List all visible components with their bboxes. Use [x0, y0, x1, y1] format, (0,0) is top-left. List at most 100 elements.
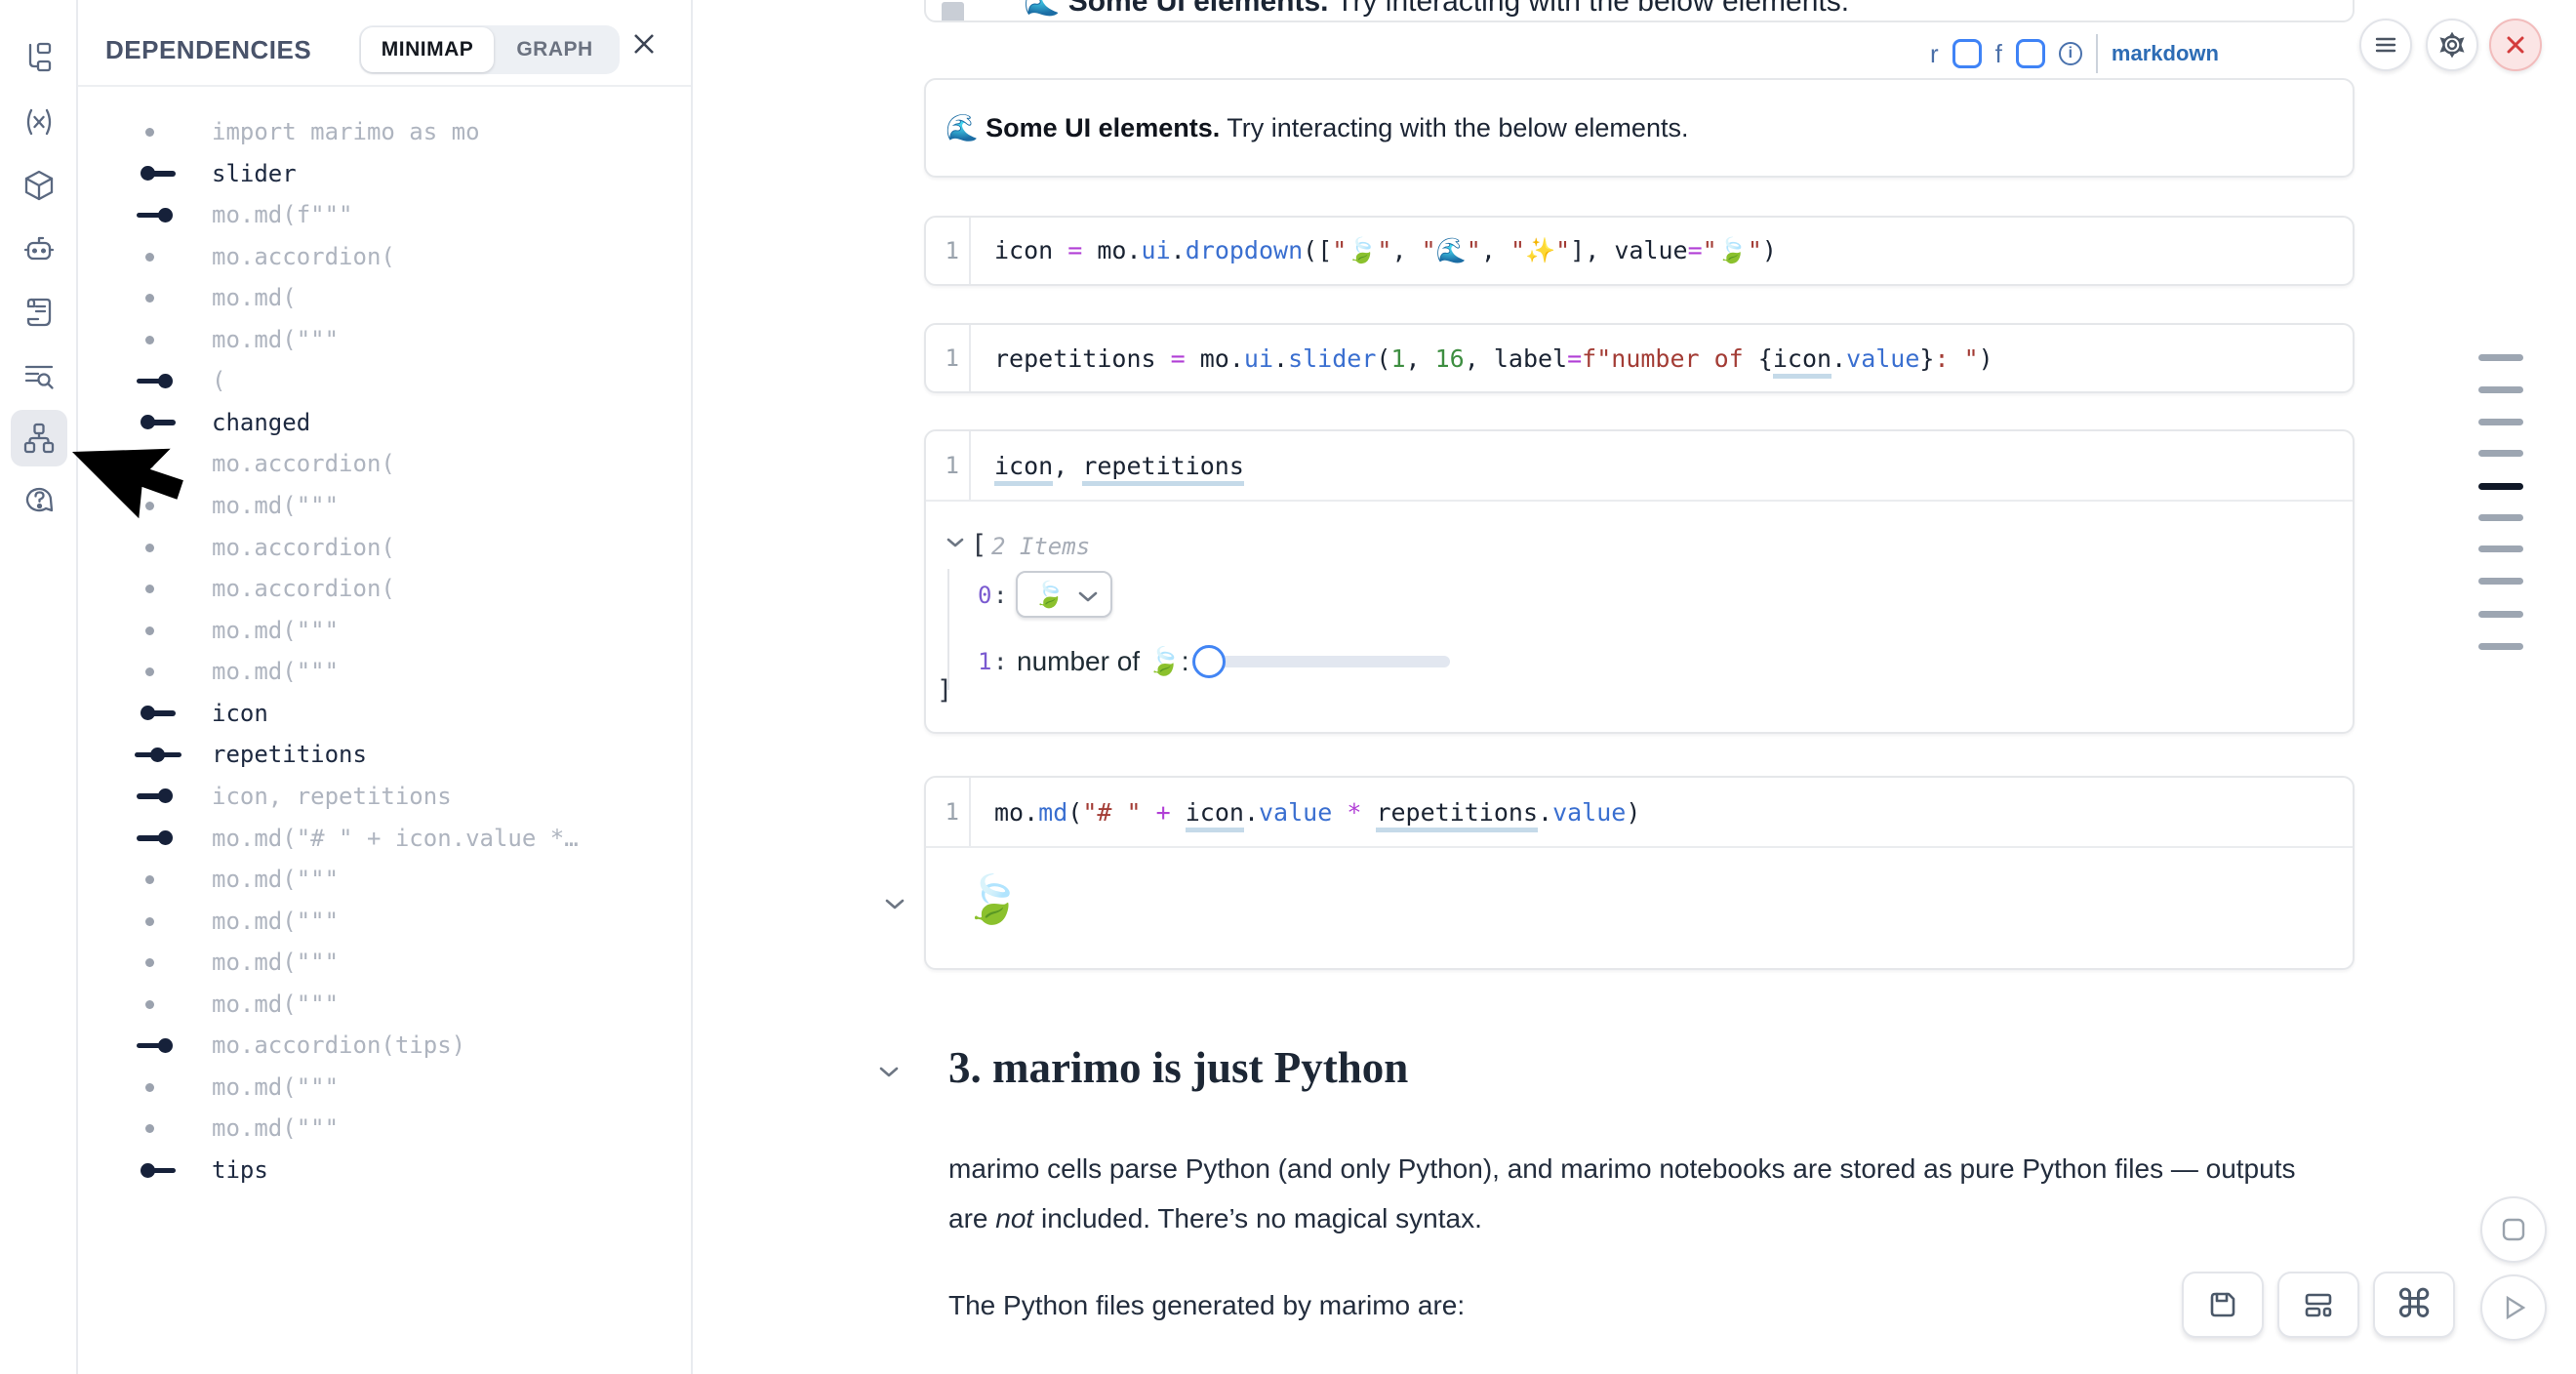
stop-kernel-button[interactable]: [2480, 1196, 2547, 1263]
shutdown-button[interactable]: [2489, 19, 2542, 71]
scroll-mark[interactable]: [2478, 643, 2523, 650]
minimap-item[interactable]: repetitions: [78, 734, 691, 775]
dependencies-panel-header: DEPENDENCIES MINIMAP GRAPH: [78, 0, 691, 87]
minimap-item[interactable]: mo.md(""": [78, 485, 691, 526]
rtl-toggle-label: r: [1930, 39, 1939, 69]
fullwidth-checkbox[interactable]: [2016, 39, 2045, 68]
code-token: ): [1626, 798, 1640, 827]
collapse-output-icon[interactable]: [884, 898, 906, 910]
minimap-item[interactable]: mo.md(""": [78, 319, 691, 360]
scroll-mark[interactable]: [2478, 450, 2523, 457]
minimap-item[interactable]: mo.md(""": [78, 610, 691, 651]
minimap-item[interactable]: mo.md(f""": [78, 194, 691, 235]
close-icon: [630, 30, 658, 58]
tab-graph[interactable]: GRAPH: [494, 27, 616, 72]
minimap-item-label: icon: [212, 700, 268, 727]
code-token: =: [1171, 344, 1200, 373]
scroll-mark[interactable]: [2478, 611, 2523, 618]
scroll-mark[interactable]: [2478, 419, 2523, 425]
cell-connection-icon: [135, 249, 183, 264]
minimap-item[interactable]: mo.md(""": [78, 859, 691, 900]
minimap-item[interactable]: (: [78, 360, 691, 401]
save-button[interactable]: [2182, 1272, 2264, 1338]
sidebar-item-help[interactable]: [11, 472, 67, 529]
notebook-menu-button[interactable]: [2359, 19, 2412, 71]
code-cell-tuple[interactable]: 1 icon, repetitions: [924, 429, 2355, 734]
cell-connection-icon: [135, 373, 183, 388]
indent-guide: [947, 569, 949, 690]
minimap-item[interactable]: mo.accordion(: [78, 568, 691, 609]
repetitions-slider-track[interactable]: [1210, 656, 1450, 667]
minimap-item[interactable]: mo.md(: [78, 277, 691, 318]
code-token: "🌊": [1422, 236, 1481, 264]
panel-close-button[interactable]: [630, 30, 658, 58]
cell-connection-icon: [135, 913, 183, 929]
scroll-mark[interactable]: [2478, 546, 2523, 552]
minimap-item[interactable]: tips: [78, 1150, 691, 1191]
code-token: mo: [994, 798, 1024, 827]
scroll-mark[interactable]: [2478, 354, 2523, 361]
code-cell-slider[interactable]: 1 repetitions = mo.ui.slider(1, 16, labe…: [924, 323, 2355, 393]
run-all-button[interactable]: [2480, 1274, 2547, 1341]
minimap-item[interactable]: mo.md(""": [78, 901, 691, 942]
minimap-item[interactable]: mo.md("# " + icon.value *…: [78, 818, 691, 859]
save-icon: [2207, 1289, 2238, 1320]
scroll-mark[interactable]: [2478, 386, 2523, 393]
array-index-0: 0: [978, 582, 991, 609]
minimap-item[interactable]: icon, repetitions: [78, 776, 691, 817]
minimap-item[interactable]: import marimo as mo: [78, 111, 691, 152]
minimap-item[interactable]: mo.accordion(tips): [78, 1025, 691, 1066]
cell-connection-icon: [135, 1079, 183, 1095]
list-search-icon: [21, 358, 57, 393]
cell-language-button[interactable]: markdown: [2112, 41, 2219, 66]
settings-button[interactable]: [2426, 19, 2478, 71]
sidebar-item-ai-chat[interactable]: [11, 221, 67, 277]
minimap-item[interactable]: slider: [78, 153, 691, 194]
code-token: ): [1979, 344, 1993, 373]
sidebar-item-logs[interactable]: [11, 284, 67, 341]
tab-minimap[interactable]: MINIMAP: [361, 27, 494, 72]
minimap-item-label: mo.md(""": [212, 1114, 339, 1142]
cell-connection-icon: [135, 706, 183, 721]
code-cell-markdown-heading[interactable]: 1 mo.md("# " + icon.value * repetitions.…: [924, 776, 2355, 970]
scroll-mark[interactable]: [2478, 514, 2523, 521]
minimap-item[interactable]: mo.accordion(: [78, 527, 691, 568]
minimap-item[interactable]: mo.accordion(: [78, 443, 691, 484]
collapse-array-icon[interactable]: [946, 537, 965, 548]
sidebar-item-dependencies[interactable]: [11, 410, 67, 466]
sidebar-item-snippets[interactable]: [11, 347, 67, 404]
minimap-item[interactable]: icon: [78, 693, 691, 734]
info-icon[interactable]: i: [2059, 42, 2082, 65]
keyboard-shortcuts-button[interactable]: ⌘: [2373, 1272, 2455, 1338]
code-cell-dropdown[interactable]: 1 icon = mo.ui.dropdown(["🍃", "🌊", "✨"],…: [924, 216, 2355, 286]
minimap-item[interactable]: mo.md(""": [78, 1108, 691, 1149]
rtl-checkbox[interactable]: [1952, 39, 1982, 68]
markdown-editor-clipped[interactable]: 🌊 Some UI elements. Try interacting with…: [924, 0, 2355, 22]
minimap-item-label: mo.md(""": [212, 908, 339, 935]
cell-connection-icon: [135, 747, 183, 762]
minimap-item[interactable]: mo.md(""": [78, 942, 691, 983]
layout-toggle-button[interactable]: [2277, 1272, 2359, 1338]
minimap-item[interactable]: mo.md(""": [78, 984, 691, 1025]
scroll-mark[interactable]: [2478, 578, 2523, 585]
array-close-bracket: ]: [937, 675, 952, 706]
sidebar-item-packages[interactable]: [11, 157, 67, 214]
minimap-item[interactable]: changed: [78, 402, 691, 443]
code-token: mo: [1200, 344, 1229, 373]
sidebar-item-file-tree[interactable]: [11, 29, 67, 86]
collapse-section-icon[interactable]: [878, 1066, 900, 1078]
icon-dropdown-select[interactable]: 🍃: [1016, 571, 1112, 618]
minimap-item[interactable]: mo.md(""": [78, 651, 691, 692]
markdown-output-cell: 🌊 Some UI elements. Try interacting with…: [924, 78, 2355, 178]
sidebar-item-variables[interactable]: [11, 94, 67, 150]
scroll-mark[interactable]: [2478, 483, 2523, 490]
minimap-item[interactable]: mo.accordion(: [78, 236, 691, 277]
robot-icon: [21, 231, 57, 266]
code-token: label: [1494, 344, 1567, 373]
code-line: icon = mo.ui.dropdown(["🍃", "🌊", "✨"], v…: [994, 236, 1777, 265]
gutter-separator: [969, 431, 971, 500]
repetitions-slider-thumb[interactable]: [1192, 645, 1226, 678]
minimap-item[interactable]: mo.md(""": [78, 1067, 691, 1108]
code-token: md: [1038, 798, 1067, 827]
code-token: value: [1614, 236, 1687, 264]
